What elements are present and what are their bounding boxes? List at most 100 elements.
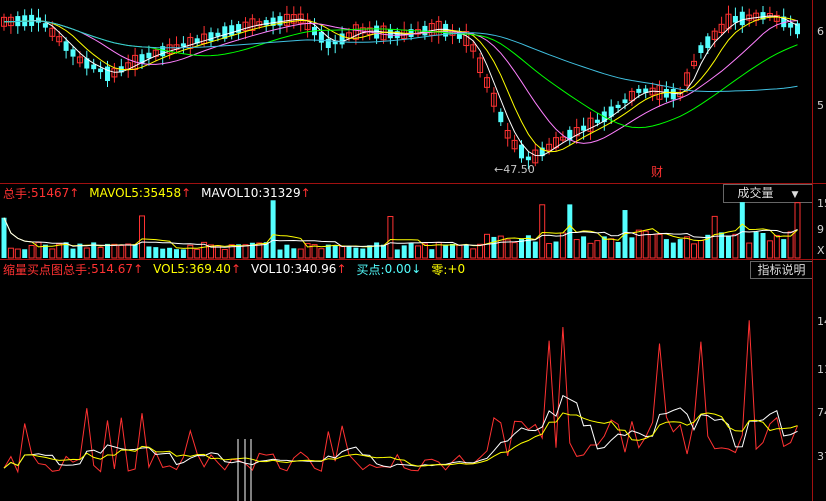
ma-line-long xyxy=(3,20,798,144)
mavol10-label: MAVOL10: xyxy=(201,186,263,200)
volume-bar xyxy=(70,248,76,258)
volume-bar xyxy=(291,248,297,258)
candle-body xyxy=(698,45,704,53)
volume-bar xyxy=(214,245,221,259)
candle-body xyxy=(98,68,104,73)
candle-body xyxy=(519,144,524,159)
indicator-axis-tick: 11 xyxy=(817,363,826,376)
volume-bar xyxy=(360,248,366,258)
volume-bar xyxy=(125,243,132,259)
down-arrow-icon: ↓ xyxy=(411,262,422,276)
volume-bar xyxy=(277,249,283,258)
candle-body xyxy=(263,20,269,26)
ma-line-longest xyxy=(3,20,798,92)
buy-point-label: 买点: xyxy=(356,262,385,277)
volume-bar xyxy=(726,235,731,258)
volume-bar xyxy=(56,243,63,259)
volume-bar xyxy=(14,248,21,259)
volume-bar xyxy=(242,244,249,259)
volume-bar xyxy=(739,202,745,258)
volume-bar xyxy=(573,239,580,259)
volume-bar xyxy=(691,243,697,259)
candle-body xyxy=(581,125,587,131)
volume-bar xyxy=(581,236,587,258)
volume-bar xyxy=(284,244,290,258)
volume-bar xyxy=(421,243,428,259)
volume-bar xyxy=(318,248,325,259)
candle-body xyxy=(525,156,531,161)
candle-body xyxy=(705,36,711,49)
price-axis-tick: 6 xyxy=(817,25,824,38)
ma-line-longer xyxy=(3,20,798,129)
volume-bar-chart[interactable] xyxy=(0,200,812,259)
volume-total-label: 总手: xyxy=(3,186,32,201)
volume-bar xyxy=(139,215,145,259)
price-candlestick-chart[interactable] xyxy=(0,0,812,183)
volume-bar xyxy=(339,246,346,259)
volume-bar xyxy=(608,238,615,259)
mavol5-value: 35458 xyxy=(142,186,182,200)
volume-bar xyxy=(221,248,228,259)
up-arrow-icon: ↑ xyxy=(133,262,144,276)
volume-bar xyxy=(553,241,559,258)
volume-bar xyxy=(28,244,35,259)
volume-bar xyxy=(663,239,669,258)
up-arrow-icon: ↑ xyxy=(230,262,241,276)
volume-axis-tick: 15 xyxy=(817,197,826,210)
volume-bar xyxy=(615,242,621,258)
volume-bar xyxy=(697,240,704,259)
volume-bar xyxy=(111,243,118,259)
candle-body xyxy=(42,23,48,28)
up-arrow-icon: ↑ xyxy=(181,186,192,200)
volume-bar xyxy=(394,249,400,258)
candle-body xyxy=(498,111,504,123)
volume-bar xyxy=(1,217,7,258)
low-price-value: 47.50 xyxy=(503,163,535,176)
candle-body xyxy=(91,64,97,70)
indicator-name[interactable]: 缩量买点图 xyxy=(3,261,63,278)
volume-bar xyxy=(304,243,311,259)
candle-body xyxy=(374,25,380,39)
vol10-label: VOL10: xyxy=(251,262,295,276)
volume-bar xyxy=(781,239,787,258)
volume-bar xyxy=(83,247,90,259)
candle-body xyxy=(636,88,642,93)
ma-line-short xyxy=(3,15,798,157)
indicator-header: 缩量买点图 总手: 514.67 ↑ VOL5: 369.40 ↑ VOL10:… xyxy=(0,261,465,277)
volume-bar xyxy=(711,215,718,259)
volume-bar xyxy=(297,248,304,259)
volume-bar xyxy=(504,239,511,259)
ma-line-medium xyxy=(3,16,798,153)
volume-bar xyxy=(532,241,538,258)
volume-bar xyxy=(167,247,173,258)
up-arrow-icon: ↑ xyxy=(300,186,311,200)
volume-bar xyxy=(450,243,455,258)
candle-body xyxy=(318,31,324,43)
financial-report-marker[interactable]: 财 xyxy=(651,165,663,179)
vol5-value: 369.40 xyxy=(188,262,231,276)
candle-body xyxy=(788,22,794,28)
shrink-volume-indicator-chart[interactable] xyxy=(0,277,812,501)
volume-bar xyxy=(539,204,546,259)
volume-bar xyxy=(22,249,28,258)
volume-bar xyxy=(443,244,449,258)
volume-bar xyxy=(49,248,56,259)
volume-bar xyxy=(118,245,125,259)
volume-bar xyxy=(559,232,566,259)
volume-bar xyxy=(753,231,759,258)
zero-value: +0 xyxy=(447,262,466,276)
volume-bar xyxy=(587,242,594,259)
mavol10-value: 31329 xyxy=(262,186,301,200)
candle-body xyxy=(422,25,428,36)
volume-bar xyxy=(415,245,421,259)
volume-bar xyxy=(270,200,276,258)
indicator-axis-tick: 14 xyxy=(817,315,826,328)
volume-header: 总手: 51467 ↑ MAVOL5: 35458 ↑ MAVOL10: 313… xyxy=(0,185,311,201)
volume-bar xyxy=(732,233,739,259)
volume-bar xyxy=(684,236,691,259)
volume-bar xyxy=(456,244,463,259)
volume-bar xyxy=(670,242,676,258)
low-arrow: ← xyxy=(494,163,504,176)
candle-body xyxy=(594,119,600,123)
vol10-line xyxy=(3,412,798,469)
